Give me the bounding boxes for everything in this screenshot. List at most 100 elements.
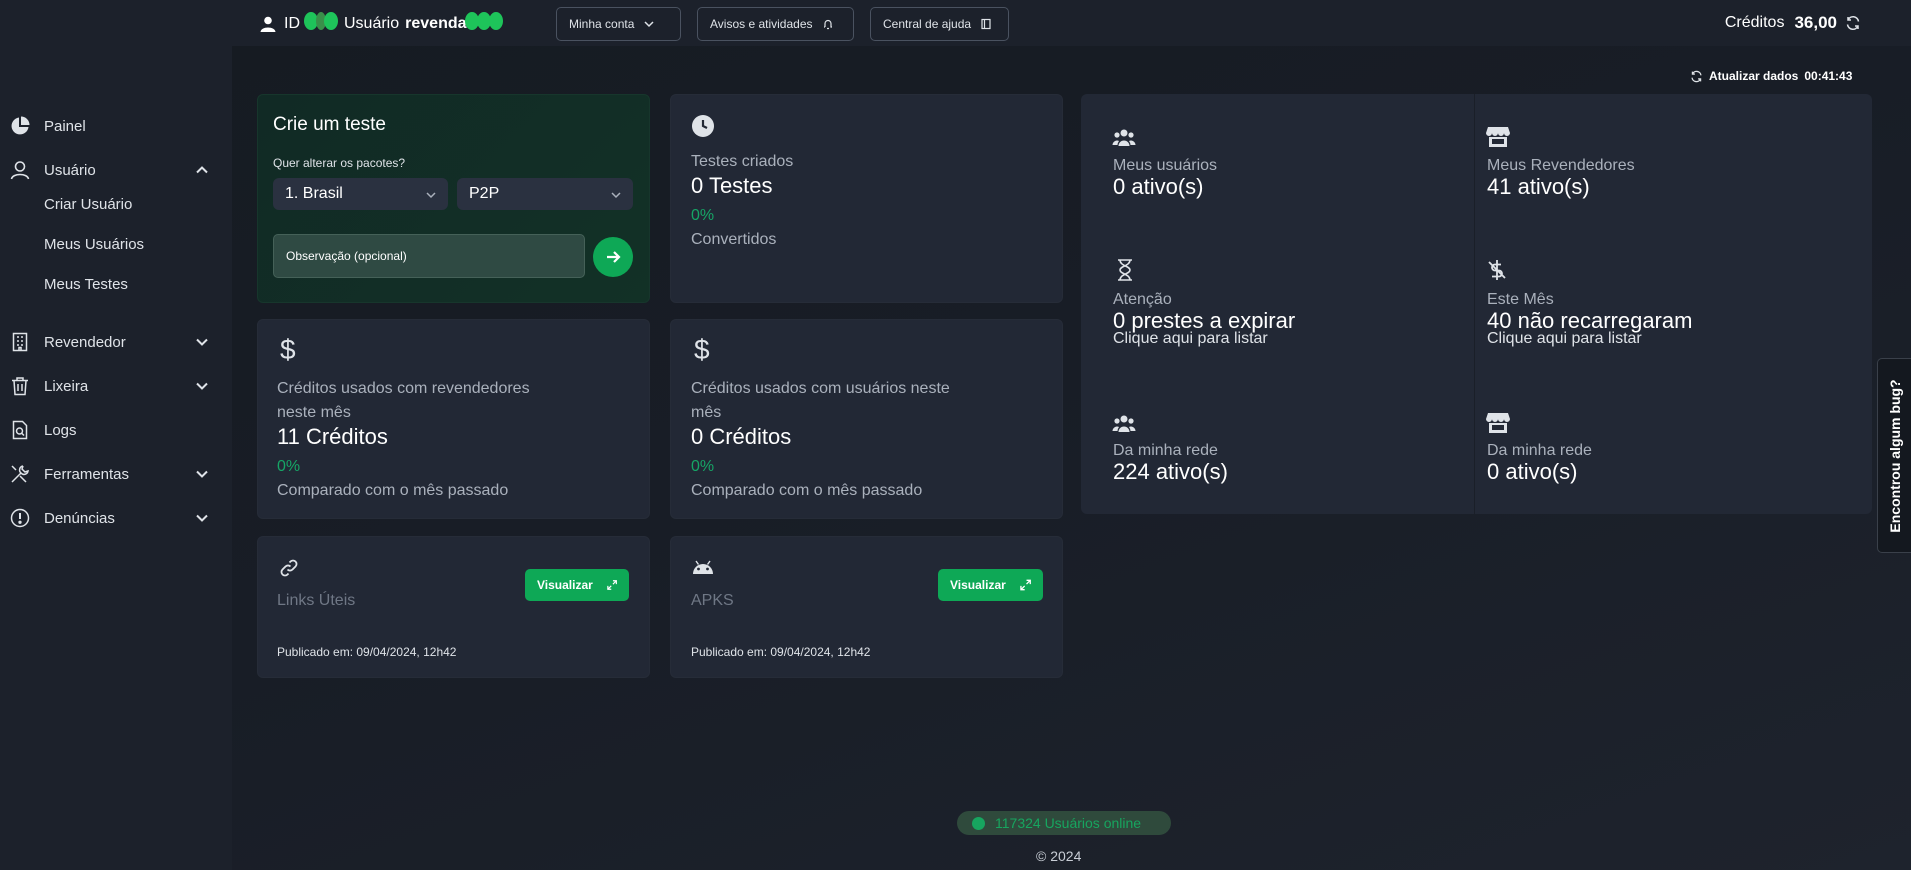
tests-created-label: Testes criados: [691, 153, 794, 170]
online-users-text: 117324 Usuários online: [995, 815, 1142, 831]
dollar-icon: $: [694, 334, 710, 365]
credits-resellers-label-2: neste mês: [277, 404, 351, 421]
sidebar-subitem-my-tests[interactable]: Meus Testes: [44, 276, 128, 293]
view-label: Visualizar: [537, 578, 593, 592]
users-group-icon: [1112, 415, 1136, 432]
help-center-label: Central de ajuda: [883, 17, 972, 31]
this-month-label: Este Mês: [1487, 291, 1554, 308]
help-center-button[interactable]: Central de ajuda: [870, 7, 1009, 41]
hourglass-icon: [1118, 259, 1132, 281]
package-question: Quer alterar os pacotes?: [273, 156, 406, 170]
sidebar-item-label: Lixeira: [44, 377, 89, 395]
users-group-icon: [1112, 129, 1136, 146]
pie-chart-icon: [10, 116, 30, 136]
sidebar-item-trash[interactable]: Lixeira: [10, 371, 222, 401]
tests-converted-label: Convertidos: [691, 231, 777, 248]
apks-title: APKS: [691, 592, 734, 609]
tests-created-percent: 0%: [691, 207, 715, 224]
sidebar-item-label: Ferramentas: [44, 465, 130, 483]
my-users-label: Meus usuários: [1113, 157, 1218, 174]
credits-display: Créditos 36,00: [1725, 13, 1861, 33]
credits-label: Créditos: [1724, 14, 1785, 31]
link-icon: [280, 559, 298, 577]
network-users-value: 224 ativo(s): [1113, 459, 1228, 484]
bug-report-tab[interactable]: Encontrou algum bug?: [1877, 358, 1911, 553]
sidebar: Painel Usuário Criar Usuário Meus Usuári…: [0, 0, 232, 870]
building-icon: [10, 332, 30, 352]
apks-published: Publicado em: 09/04/2024, 12h42: [691, 645, 871, 659]
package-select[interactable]: 1. Brasil: [273, 178, 448, 210]
expand-icon: [607, 580, 617, 590]
chevron-down-icon: [644, 21, 654, 28]
chevron-down-icon: [196, 514, 208, 522]
refresh-data-control[interactable]: Atualizar dados 00:41:43: [1690, 69, 1852, 83]
chevron-up-icon: [196, 166, 208, 174]
sidebar-item-label: Usuário: [44, 161, 96, 179]
credits-users-label-2: mês: [691, 404, 722, 421]
type-select[interactable]: P2P: [457, 178, 633, 210]
notices-button[interactable]: Avisos e atividades: [697, 7, 854, 41]
dollar-icon: $: [280, 334, 296, 365]
credits-users-value: 0 Créditos: [691, 424, 792, 449]
id-label: ID: [284, 14, 300, 32]
refresh-icon[interactable]: [1845, 15, 1861, 31]
sidebar-item-user[interactable]: Usuário: [10, 155, 222, 185]
notices-label: Avisos e atividades: [710, 17, 813, 31]
chevron-down-icon: [611, 192, 621, 199]
copyright: © 2024: [1036, 848, 1082, 864]
credits-users-compare: Comparado com o mês passado: [691, 482, 923, 499]
refresh-icon: [1691, 70, 1702, 82]
user-icon: [260, 16, 276, 32]
create-test-title: Crie um teste: [273, 114, 386, 135]
trash-icon: [10, 376, 30, 396]
refresh-label: Atualizar dados: [1709, 69, 1799, 83]
sidebar-subitem-my-users[interactable]: Meus Usuários: [44, 236, 144, 253]
sidebar-item-label: Painel: [44, 117, 86, 135]
sidebar-item-label: Revendedor: [44, 333, 126, 351]
refresh-time: 00:41:43: [1804, 69, 1853, 83]
observation-input[interactable]: [273, 234, 585, 278]
user-name: revenda: [405, 14, 467, 32]
tests-created-value: 0 Testes: [691, 173, 773, 198]
credits-users-percent: 0%: [691, 458, 715, 475]
store-icon: [1486, 127, 1510, 147]
sidebar-item-tools[interactable]: Ferramentas: [10, 459, 222, 489]
package-value: 1. Brasil: [285, 185, 343, 202]
credits-resellers-percent: 0%: [277, 458, 301, 475]
sidebar-item-label: Denúncias: [44, 509, 115, 527]
chevron-down-icon: [196, 382, 208, 390]
chevron-down-icon: [426, 192, 436, 199]
apks-view-button[interactable]: Visualizar: [938, 569, 1043, 601]
redaction-mark: [304, 12, 338, 35]
redaction-mark: [464, 12, 503, 35]
create-test-submit-button[interactable]: [593, 237, 633, 277]
credits-resellers-label-1: Créditos usados com revendedores: [277, 380, 530, 397]
bell-icon: [823, 19, 832, 30]
credits-value: 36,00: [1794, 13, 1837, 32]
this-month-list-link[interactable]: Clique aqui para listar: [1487, 330, 1642, 348]
clock-icon: [692, 115, 714, 137]
store-icon: [1486, 413, 1510, 433]
expand-icon: [1020, 579, 1031, 591]
sidebar-subitem-create-user[interactable]: Criar Usuário: [44, 196, 132, 213]
attention-list-link[interactable]: Clique aqui para listar: [1113, 330, 1268, 348]
user-identity: ID Usuário revenda: [260, 12, 503, 35]
network-users-label: Da minha rede: [1113, 442, 1218, 459]
my-account-button[interactable]: Minha conta: [556, 7, 681, 41]
my-resellers-label: Meus Revendedores: [1487, 157, 1635, 174]
sidebar-item-logs[interactable]: Logs: [10, 415, 222, 445]
attention-label: Atenção: [1113, 291, 1172, 308]
my-resellers-value: 41 ativo(s): [1487, 174, 1590, 199]
sidebar-item-label: Logs: [44, 421, 77, 439]
sidebar-item-reports[interactable]: Denúncias: [10, 503, 222, 533]
credits-resellers-compare: Comparado com o mês passado: [277, 482, 509, 499]
sidebar-item-panel[interactable]: Painel: [10, 111, 222, 141]
tools-icon: [10, 464, 30, 484]
chevron-down-icon: [196, 470, 208, 478]
android-icon: [693, 560, 713, 574]
view-label: Visualizar: [950, 578, 1006, 592]
online-status-dot: [972, 816, 985, 830]
user-icon: [10, 160, 30, 180]
sidebar-item-reseller[interactable]: Revendedor: [10, 327, 222, 357]
links-view-button[interactable]: Visualizar: [525, 569, 629, 601]
